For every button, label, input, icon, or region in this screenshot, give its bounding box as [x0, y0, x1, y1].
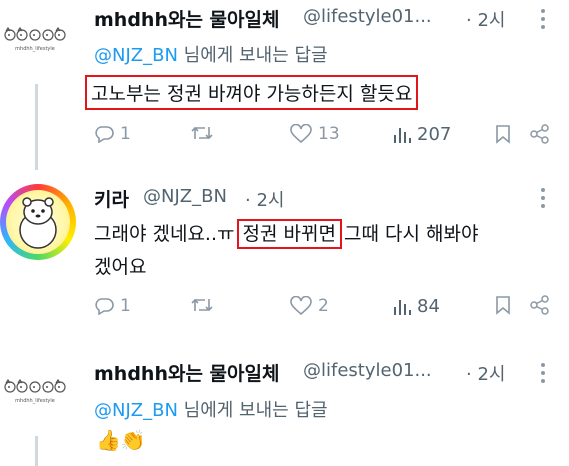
- reply-context-label: 님에게 보내는 답글: [177, 45, 328, 66]
- tweet-emoji-text: 👍👏: [96, 428, 146, 452]
- author-handle[interactable]: @lifestyle01...: [303, 6, 432, 27]
- views-button[interactable]: 84: [393, 296, 440, 317]
- like-count: 13: [318, 124, 340, 144]
- retweet-icon: [191, 298, 213, 312]
- tweet-text-part: 그래야 겠네요..ㅠ: [94, 223, 241, 245]
- more-icon[interactable]: [539, 8, 547, 30]
- timestamp[interactable]: · 2시: [466, 6, 505, 32]
- author-handle[interactable]: @lifestyle01...: [303, 360, 432, 381]
- tweet-text-line2: 겠어요: [94, 256, 147, 278]
- emoji-text: 👍👏: [96, 428, 146, 452]
- share-icon[interactable]: [530, 295, 550, 315]
- author-handle[interactable]: @NJZ_BN: [143, 186, 227, 207]
- views-icon: [394, 127, 411, 143]
- like-icon: [290, 296, 312, 316]
- timestamp[interactable]: · 2시: [245, 186, 284, 212]
- bookmark-icon[interactable]: [495, 124, 511, 144]
- like-count: 2: [318, 296, 329, 316]
- like-button[interactable]: 13: [290, 124, 340, 144]
- avatar[interactable]: mhdhh_lifestyle: [2, 378, 68, 404]
- more-icon[interactable]: [539, 187, 547, 209]
- mention-link[interactable]: @NJZ_BN: [94, 45, 178, 66]
- bookmark-icon[interactable]: [495, 295, 511, 315]
- like-icon: [290, 124, 312, 144]
- tweet-1[interactable]: mhdhh_lifestyle mhdhh와는 물아일체 @lifestyle0…: [0, 0, 569, 170]
- tweet-text: 그래야 겠네요..ㅠ 정권 바뀌면 그때 다시 해봐야: [94, 219, 479, 249]
- views-button[interactable]: 207: [393, 124, 451, 145]
- author-name[interactable]: 키라: [94, 185, 129, 212]
- reply-count: 1: [120, 124, 131, 144]
- like-button[interactable]: 2: [290, 296, 329, 316]
- view-count: 207: [417, 124, 452, 145]
- retweet-button[interactable]: [190, 124, 220, 142]
- thread-line: [35, 84, 38, 170]
- timestamp[interactable]: · 2시: [466, 360, 505, 386]
- author-name[interactable]: mhdhh와는 물아일체: [94, 5, 279, 32]
- avatar[interactable]: [0, 184, 76, 260]
- tweet-3[interactable]: mhdhh_lifestyle mhdhh와는 물아일체 @lifestyle0…: [0, 338, 569, 466]
- reply-context: @NJZ_BN 님에게 보내는 답글: [94, 41, 328, 67]
- reply-count: 1: [120, 296, 131, 316]
- retweet-button[interactable]: [190, 296, 220, 314]
- avatar[interactable]: mhdhh_lifestyle: [2, 26, 68, 52]
- avatar-caption: mhdhh_lifestyle: [15, 46, 55, 52]
- reply-button[interactable]: 1: [94, 124, 131, 144]
- views-icon: [394, 299, 411, 315]
- mention-link[interactable]: @NJZ_BN: [94, 400, 178, 421]
- more-icon[interactable]: [539, 362, 547, 384]
- reply-button[interactable]: 1: [94, 296, 131, 316]
- share-icon[interactable]: [530, 124, 550, 144]
- reply-icon: [95, 126, 114, 143]
- retweet-icon: [191, 126, 213, 140]
- reply-context: @NJZ_BN 님에게 보내는 답글: [94, 396, 328, 422]
- view-count: 84: [417, 296, 440, 317]
- author-name[interactable]: mhdhh와는 물아일체: [94, 359, 279, 386]
- avatar-caption: mhdhh_lifestyle: [15, 398, 55, 404]
- tweet-text: 고노부는 정권 바껴야 가능하든지 할듯요: [85, 75, 419, 110]
- highlighted-phrase: 정권 바뀌면: [236, 219, 342, 249]
- tweet-text-part: 그때 다시 해봐야: [337, 223, 479, 245]
- thread-line: [35, 436, 38, 466]
- reply-icon: [95, 298, 114, 315]
- reply-context-label: 님에게 보내는 답글: [177, 400, 328, 421]
- tweet-2[interactable]: 키라 @NJZ_BN · 2시 그래야 겠네요..ㅠ 정권 바뀌면 그때 다시 …: [0, 168, 569, 338]
